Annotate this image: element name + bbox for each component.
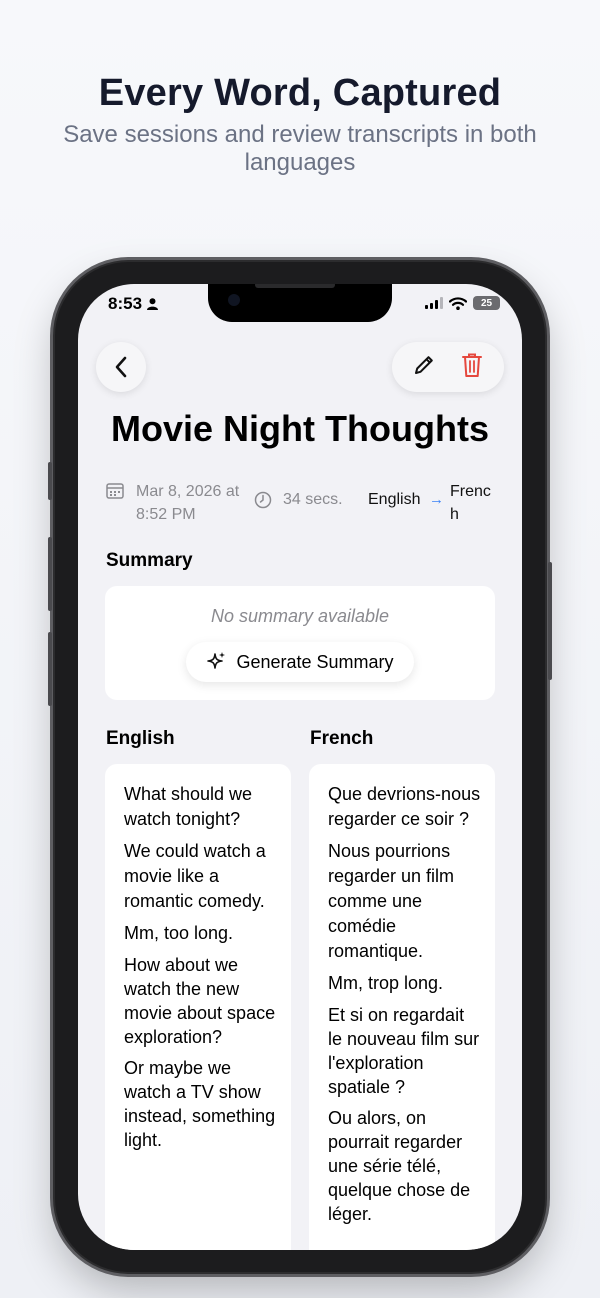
generate-summary-button[interactable]: Generate Summary	[186, 642, 414, 682]
clock-icon	[254, 491, 272, 509]
calendar-icon	[106, 483, 124, 499]
sparkle-icon	[207, 652, 226, 669]
french-column-label: French	[310, 728, 374, 749]
app-store-screenshot: Every Word, Captured Save sessions and r…	[0, 0, 600, 1298]
volume-up-button	[48, 537, 52, 611]
transcript-line: We could watch a movie like a romantic c…	[124, 841, 266, 911]
generate-summary-label: Generate Summary	[236, 651, 394, 672]
delete-button[interactable]	[460, 352, 484, 383]
target-language: French	[450, 483, 491, 523]
transcript-line: Nous pourrions regarder un film comme un…	[328, 841, 455, 961]
status-indicators: 25	[425, 296, 500, 310]
transcript-line: Mm, trop long.	[328, 973, 444, 993]
marketing-headline: Every Word, Captured	[98, 72, 502, 114]
power-button	[548, 562, 552, 680]
recording-date: Mar 8, 2026 at 8:52 PM	[136, 483, 240, 523]
transcript-line: Que devrions-nous regarder ce soir ?	[328, 784, 481, 829]
summary-label: Summary	[106, 550, 193, 571]
front-camera	[228, 294, 240, 306]
person-icon	[147, 298, 159, 310]
phone-screen: 8:53 25 Movie Night Thoughts Mar 8, 2026…	[78, 284, 522, 1250]
english-column-label: English	[106, 728, 175, 749]
mute-switch	[48, 462, 52, 500]
recording-meta: Mar 8, 2026 at 8:52 PM 34 secs. English …	[106, 480, 506, 524]
english-transcript-card[interactable]: What should we watch tonight? We could w…	[105, 764, 291, 1250]
edit-button[interactable]	[412, 353, 436, 382]
trash-icon	[462, 353, 482, 377]
source-language: English	[368, 491, 421, 508]
battery-icon: 25	[473, 296, 500, 310]
volume-down-button	[48, 632, 52, 706]
cellular-signal-icon	[425, 297, 443, 309]
back-button[interactable]	[96, 342, 146, 392]
pencil-icon	[415, 355, 433, 374]
wifi-icon	[449, 296, 467, 310]
arrow-right-icon: →	[429, 491, 444, 508]
earpiece-speaker	[255, 284, 335, 288]
transcript-line: Mm, too long.	[124, 923, 234, 943]
marketing-subheadline: Save sessions and review transcripts in …	[63, 121, 537, 176]
status-time-label: 8:53	[108, 294, 143, 313]
summary-card: No summary available Generate Summary	[105, 586, 495, 700]
notch	[208, 284, 392, 322]
transcript-line: What should we watch tonight?	[124, 784, 253, 829]
recording-duration: 34 secs.	[283, 491, 343, 508]
status-time: 8:53	[108, 294, 159, 314]
chevron-left-icon	[115, 356, 127, 378]
transcript-line: Ou alors, on pourrait regarder une série…	[328, 1108, 471, 1224]
actions-pill	[392, 342, 504, 392]
phone-frame: 8:53 25 Movie Night Thoughts Mar 8, 2026…	[48, 262, 552, 1272]
transcript-line: Et si on regardait le nouveau film sur l…	[328, 1005, 480, 1097]
recording-title: Movie Night Thoughts	[111, 408, 489, 449]
transcript-line: How about we watch the new movie about s…	[124, 955, 276, 1047]
no-summary-text: No summary available	[210, 606, 390, 626]
transcript-line: Or maybe we watch a TV show instead, som…	[124, 1058, 276, 1150]
french-transcript-card[interactable]: Que devrions-nous regarder ce soir ? Nou…	[309, 764, 495, 1250]
